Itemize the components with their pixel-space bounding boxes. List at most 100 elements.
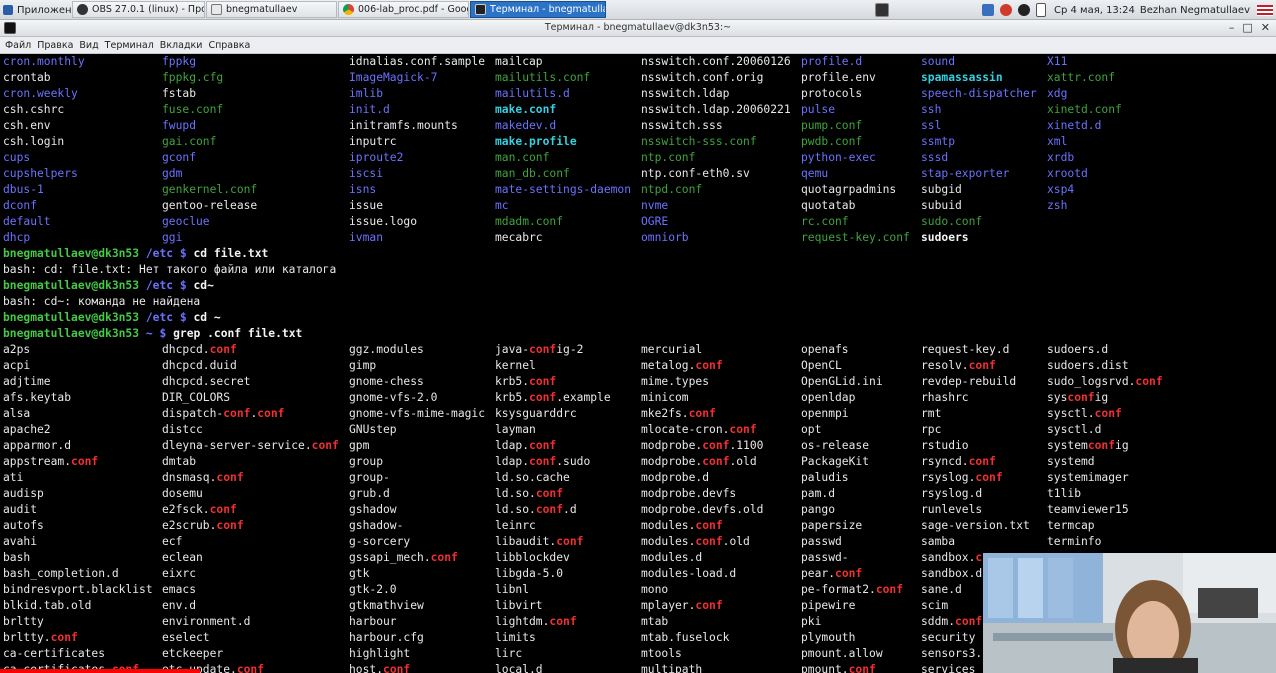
music-icon[interactable] <box>1017 4 1030 16</box>
battery-icon[interactable] <box>1035 3 1046 17</box>
grep-entry: runlevels <box>921 503 983 516</box>
ls-entry: omniorb <box>641 231 689 244</box>
grep-entry: scim <box>921 599 949 612</box>
grep-entry: OpenCL <box>801 359 842 372</box>
ls-entry: xattr.conf <box>1047 71 1116 84</box>
ls-entry: python-exec <box>801 151 876 164</box>
command-output: bash: cd: file.txt: Нет такого файла или… <box>3 263 337 276</box>
ls-entry: nsswitch.ldap <box>641 87 730 100</box>
grep-entry: dhcpcd.conf <box>162 343 237 356</box>
grep-entry: openldap <box>801 391 856 404</box>
grep-entry: pmount.allow <box>801 647 883 660</box>
prompt-user: bnegmatullaev@dk3n53 <box>3 279 140 292</box>
grep-entry: mtab.fuselock <box>641 631 730 644</box>
grep-entry: e2scrub.conf <box>162 519 244 532</box>
applications-icon <box>3 5 13 15</box>
ls-entry: gai.conf <box>162 135 217 148</box>
terminal-launcher-icon[interactable] <box>874 3 889 17</box>
grep-entry: bash <box>3 551 31 564</box>
grep-entry: audisp <box>3 487 44 500</box>
grep-entry: ecf <box>162 535 183 548</box>
menu-file[interactable]: Файл <box>5 40 31 51</box>
terminal-row: autofs e2scrub.conf gshadow-leinrc modules.… <box>0 518 1276 534</box>
command-output: bash: cd~: команда не найдена <box>3 295 201 308</box>
terminal-row: appstream.conf dmtab group ldap.conf.sudo mo… <box>0 454 1276 470</box>
terminal-row: default geoclue issue.logo mdadm.conf OGRE rc… <box>0 214 1276 230</box>
window-title-bar[interactable]: Терминал - bnegmatullaev@dk3n53:~ – □ ✕ <box>0 20 1276 37</box>
security-shield-icon[interactable] <box>999 4 1012 16</box>
grep-entry: group- <box>349 471 390 484</box>
grep-entry: highlight <box>349 647 411 660</box>
grep-entry: modprobe.conf.old <box>641 455 757 468</box>
clock[interactable]: Ср 4 мая, 13:24 <box>1054 5 1135 16</box>
ls-entry: ImageMagick-7 <box>349 71 438 84</box>
terminal-line: bnegmatullaev@dk3n53 /etc $ cd file.txt <box>3 246 268 262</box>
grep-entry: modules.conf.old <box>641 535 750 548</box>
grep-entry: krb5.conf <box>495 375 557 388</box>
prompt-path: /etc <box>145 311 174 324</box>
terminal-row: cupshelpers gdm iscsi man_db.conf ntp.conf-e… <box>0 166 1276 182</box>
ls-entry: quotatab <box>801 199 856 212</box>
menu-edit[interactable]: Правка <box>37 40 73 51</box>
grep-entry: services <box>921 663 976 673</box>
ls-entry: pulse <box>801 103 836 116</box>
ls-entry: initramfs.mounts <box>349 119 458 132</box>
grep-entry: krb5.conf.example <box>495 391 611 404</box>
menu-help[interactable]: Справка <box>208 40 250 51</box>
terminal-line: bnegmatullaev@dk3n53 ~ $ grep .conf file… <box>3 326 302 342</box>
ls-entry: ntp.conf-eth0.sv <box>641 167 750 180</box>
ls-entry: xinetd.d <box>1047 119 1102 132</box>
ls-entry: ntp.conf <box>641 151 696 164</box>
close-icon[interactable]: ✕ <box>1261 22 1270 34</box>
terminal-row: cron.monthly fppkg idnalias.conf.sample mai… <box>0 54 1276 70</box>
maximize-icon[interactable]: □ <box>1242 22 1252 34</box>
terminal-row: afs.keytab DIR_COLORS gnome-vfs-2.0 krb5.co… <box>0 390 1276 406</box>
user-name[interactable]: Bezhan Negmatullaev <box>1140 5 1250 16</box>
keyboard-layout-flag-icon[interactable] <box>1257 4 1273 16</box>
grep-entry: sudo_logsrvd.conf <box>1047 375 1163 388</box>
terminal-row: crontab fppkg.cfg ImageMagick-7 mailutils.c… <box>0 70 1276 86</box>
grep-entry: lightdm.conf <box>495 615 577 628</box>
ls-entry: fppkg.cfg <box>162 71 224 84</box>
minimize-icon[interactable]: – <box>1229 22 1235 34</box>
command-text: cd~ <box>193 279 214 292</box>
taskbar-item-terminal[interactable]: Терминал - bnegmatullaev... <box>470 1 606 18</box>
grep-entry: mlocate-cron.conf <box>641 423 757 436</box>
menu-view[interactable]: Вид <box>79 40 98 51</box>
grep-entry: gshadow <box>349 503 397 516</box>
ls-entry: iscsi <box>349 167 384 180</box>
grep-entry: ld.so.conf <box>495 487 564 500</box>
grep-entry: harbour.cfg <box>349 631 424 644</box>
grep-entry: env.d <box>162 599 197 612</box>
grep-entry: rmt <box>921 407 942 420</box>
terminal-row: a2ps dhcpcd.conf ggz.modules java-config-2 m… <box>0 342 1276 358</box>
ls-entry: default <box>3 215 51 228</box>
ls-entry: makedev.d <box>495 119 557 132</box>
taskbar-item-files[interactable]: bnegmatullaev <box>206 1 337 18</box>
ls-entry: gentoo-release <box>162 199 258 212</box>
taskbar-item-chrome[interactable]: 006-lab_proc.pdf - Google... <box>338 1 469 18</box>
chrome-icon <box>343 4 354 15</box>
grep-entry: OpenGLid.ini <box>801 375 883 388</box>
applications-menu-button[interactable]: Приложения <box>0 0 84 20</box>
grep-entry: gimp <box>349 359 377 372</box>
taskbar-item-label: OBS 27.0.1 (linux) - Проф... <box>92 4 204 15</box>
grep-entry: openmpi <box>801 407 849 420</box>
terminal-row: cron.weekly fstab imlib mailutils.d nsswitch… <box>0 86 1276 102</box>
menu-terminal[interactable]: Терминал <box>105 40 154 51</box>
grep-entry: mtab <box>641 615 669 628</box>
taskbar-item-obs[interactable]: OBS 27.0.1 (linux) - Проф... <box>72 1 205 18</box>
menu-tabs[interactable]: Вкладки <box>160 40 203 51</box>
ls-entry: dconf <box>3 199 38 212</box>
grep-entry: audit <box>3 503 38 516</box>
grep-entry: modprobe.d <box>641 471 710 484</box>
ls-entry: crontab <box>3 71 51 84</box>
network-icon[interactable] <box>981 4 994 16</box>
ls-entry: cron.weekly <box>3 87 78 100</box>
terminal-row: ati dnsmasq.conf group-ld.so.cache modprobe… <box>0 470 1276 486</box>
grep-entry: eclean <box>162 551 203 564</box>
grep-entry: mercurial <box>641 343 703 356</box>
grep-entry: dispatch-conf.conf <box>162 407 285 420</box>
grep-entry: opt <box>801 423 822 436</box>
window-controls: – □ ✕ <box>1229 22 1270 34</box>
